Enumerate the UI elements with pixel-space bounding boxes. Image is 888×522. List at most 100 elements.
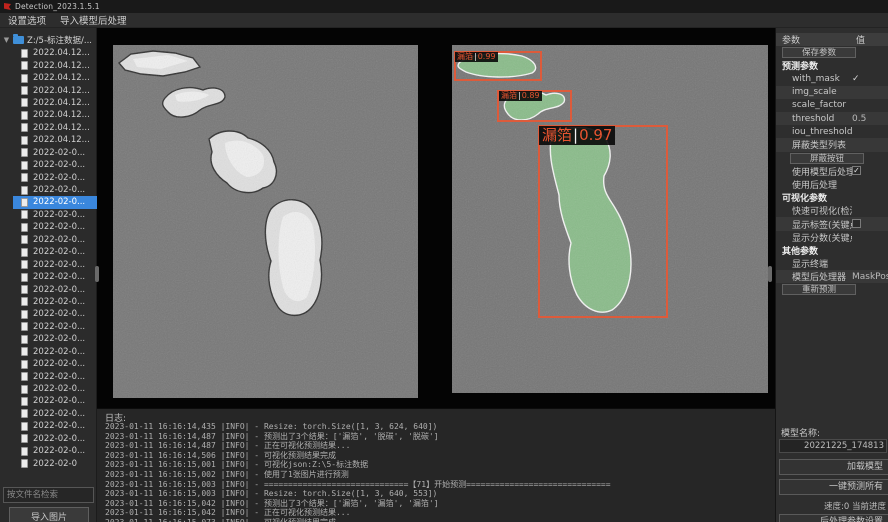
tree-item-label: 2022-02-0... bbox=[33, 297, 85, 307]
tree-item[interactable]: 2022.04.12... bbox=[13, 47, 97, 59]
tree-item-label: 2022.04.12... bbox=[33, 73, 90, 83]
original-image-panel[interactable] bbox=[113, 45, 418, 398]
file-icon bbox=[21, 173, 28, 182]
param-row-param[interactable]: 使用模型后处理✓ bbox=[776, 165, 888, 178]
detection-box-3 bbox=[538, 125, 668, 318]
param-value[interactable] bbox=[852, 219, 888, 229]
chevron-down-icon[interactable]: ▼ bbox=[0, 36, 13, 44]
param-row-param[interactable]: with_mask✓ bbox=[776, 72, 888, 85]
tree-item[interactable]: 2022.04.12... bbox=[13, 97, 97, 109]
tree-item-label: 2022.04.12... bbox=[33, 123, 90, 133]
model-name-field[interactable]: 20221225_174813 bbox=[779, 439, 887, 453]
param-row-param[interactable]: threshold0.5 bbox=[776, 112, 888, 125]
prediction-image-panel[interactable]: 漏箔|0.99 漏箔|0.89 漏箔|0.97 bbox=[452, 45, 768, 393]
tree-item[interactable]: 2022-02-0... bbox=[13, 258, 97, 270]
param-row-section: 其他参数 bbox=[776, 244, 888, 257]
tree-item[interactable]: 2022-02-0... bbox=[13, 159, 97, 171]
tree-item[interactable]: 2022-02-0... bbox=[13, 246, 97, 258]
tree-item[interactable]: 2022-02-0... bbox=[13, 271, 97, 283]
predict-all-button[interactable]: 一键预测所有 bbox=[779, 479, 888, 495]
tree-item[interactable]: 2022-02-0... bbox=[13, 147, 97, 159]
param-button[interactable]: 保存参数 bbox=[782, 47, 856, 58]
postprocess-settings-button[interactable]: 后处理参数设置 bbox=[779, 514, 888, 522]
detection-label-3: 漏箔|0.97 bbox=[539, 126, 615, 145]
menu-item[interactable]: 设置选项 bbox=[8, 13, 46, 27]
tree-item[interactable]: 2022-02-0... bbox=[13, 408, 97, 420]
left-splitter-handle[interactable] bbox=[95, 266, 99, 282]
param-row-button[interactable]: 保存参数 bbox=[776, 46, 888, 59]
tree-item[interactable]: 2022-02-0... bbox=[13, 171, 97, 183]
param-row-param[interactable]: 快速可视化(检测) bbox=[776, 204, 888, 217]
param-value[interactable]: ✓ bbox=[852, 74, 888, 84]
tree-item[interactable]: 2022.04.12... bbox=[13, 59, 97, 71]
tree-item[interactable]: 2022-02-0... bbox=[13, 283, 97, 295]
tree-item[interactable]: 2022-02-0... bbox=[13, 209, 97, 221]
log-line: 2023-01-11 16:16:15,042 |INFO| - 预测出了3个结… bbox=[105, 499, 771, 509]
tree-item[interactable]: 2022-02-0... bbox=[13, 420, 97, 432]
tree-root-label: Z:/5-标注数据/... bbox=[27, 34, 92, 46]
log-panel[interactable]: 日志: 2023-01-11 16:16:14,435 |INFO| - Res… bbox=[97, 408, 775, 522]
param-row-param[interactable]: 显示标签(关键点) bbox=[776, 217, 888, 230]
param-button[interactable]: 重新预测 bbox=[782, 284, 856, 295]
file-icon bbox=[21, 136, 28, 145]
param-row-param[interactable]: 显示分数(关键点) bbox=[776, 231, 888, 244]
file-icon bbox=[21, 61, 28, 70]
tree-item[interactable]: 2022-02-0... bbox=[13, 346, 97, 358]
param-value[interactable]: MaskPostPro bbox=[852, 272, 888, 282]
tree-item[interactable]: 2022-02-0... bbox=[13, 445, 97, 457]
tree-item[interactable]: 2022.04.12... bbox=[13, 109, 97, 121]
tree-item[interactable]: 2022-02-0... bbox=[13, 433, 97, 445]
tree-item-label: 2022-02-0... bbox=[33, 247, 85, 257]
param-value[interactable]: 0.5 bbox=[852, 114, 888, 124]
tree-root[interactable]: ▼ Z:/5-标注数据/... bbox=[0, 33, 96, 46]
tree-item[interactable]: 2022-02-0... bbox=[13, 333, 97, 345]
file-icon bbox=[21, 210, 28, 219]
tree-item[interactable]: 2022-02-0... bbox=[13, 221, 97, 233]
param-row-param[interactable]: iou_threshold bbox=[776, 125, 888, 138]
tree-item[interactable]: 2022.04.12... bbox=[13, 84, 97, 96]
param-row-param[interactable]: scale_factor bbox=[776, 99, 888, 112]
tree-item-label: 2022-02-0... bbox=[33, 272, 85, 282]
tree-item[interactable]: 2022-02-0... bbox=[13, 308, 97, 320]
tree-item[interactable]: 2022-02-0... bbox=[13, 196, 97, 208]
tree-item[interactable]: 2022-02-0... bbox=[13, 358, 97, 370]
filename-search-input[interactable] bbox=[3, 487, 94, 503]
file-icon bbox=[21, 422, 28, 431]
menu-bar: 设置选项导入模型后处理 bbox=[0, 13, 888, 28]
file-icon bbox=[21, 434, 28, 443]
tree-item[interactable]: 2022-02-0... bbox=[13, 395, 97, 407]
right-splitter-handle[interactable] bbox=[768, 266, 772, 282]
tree-item[interactable]: 2022-02-0... bbox=[13, 321, 97, 333]
tree-item[interactable]: 2022-02-0... bbox=[13, 184, 97, 196]
file-icon bbox=[21, 198, 28, 207]
tree-item-label: 2022-02-0... bbox=[33, 421, 85, 431]
param-button[interactable]: 屏蔽按钮 bbox=[790, 153, 864, 164]
param-row-button[interactable]: 重新预测 bbox=[776, 283, 888, 296]
import-images-button[interactable]: 导入图片 bbox=[9, 507, 89, 522]
load-model-button[interactable]: 加载模型 bbox=[779, 459, 888, 475]
tree-item[interactable]: 2022-02-0 bbox=[13, 457, 97, 469]
param-row-param[interactable]: 使用后处理 bbox=[776, 178, 888, 191]
tree-item[interactable]: 2022-02-0... bbox=[13, 296, 97, 308]
param-label: 使用后处理 bbox=[776, 178, 852, 191]
param-row-button[interactable]: 屏蔽按钮 bbox=[776, 152, 888, 165]
param-label: 显示分数(关键点) bbox=[776, 231, 852, 244]
tree-item[interactable]: 2022-02-0... bbox=[13, 383, 97, 395]
checkbox-checked-icon[interactable]: ✓ bbox=[852, 166, 861, 175]
tree-item[interactable]: 2022.04.12... bbox=[13, 72, 97, 84]
param-value[interactable]: ✓ bbox=[852, 166, 888, 176]
param-row-param[interactable]: img_scale bbox=[776, 86, 888, 99]
tree-item[interactable]: 2022.04.12... bbox=[13, 122, 97, 134]
tree-item[interactable]: 2022-02-0... bbox=[13, 234, 97, 246]
param-row-param[interactable]: 屏蔽类型列表 bbox=[776, 138, 888, 151]
log-line: 2023-01-11 16:16:15,042 |INFO| - 正在可视化预测… bbox=[105, 508, 771, 518]
tree-item-list: 2022.04.12... 2022.04.12... 2022.04.12..… bbox=[0, 47, 97, 471]
tree-item[interactable]: 2022.04.12... bbox=[13, 134, 97, 146]
param-row-param[interactable]: 显示终端 bbox=[776, 257, 888, 270]
checkbox-unchecked-icon[interactable] bbox=[852, 219, 861, 228]
file-icon bbox=[21, 260, 28, 269]
menu-item[interactable]: 导入模型后处理 bbox=[60, 13, 127, 27]
tree-item-label: 2022-02-0... bbox=[33, 260, 85, 270]
tree-item[interactable]: 2022-02-0... bbox=[13, 370, 97, 382]
param-row-param[interactable]: 模型后处理器MaskPostPro bbox=[776, 270, 888, 283]
